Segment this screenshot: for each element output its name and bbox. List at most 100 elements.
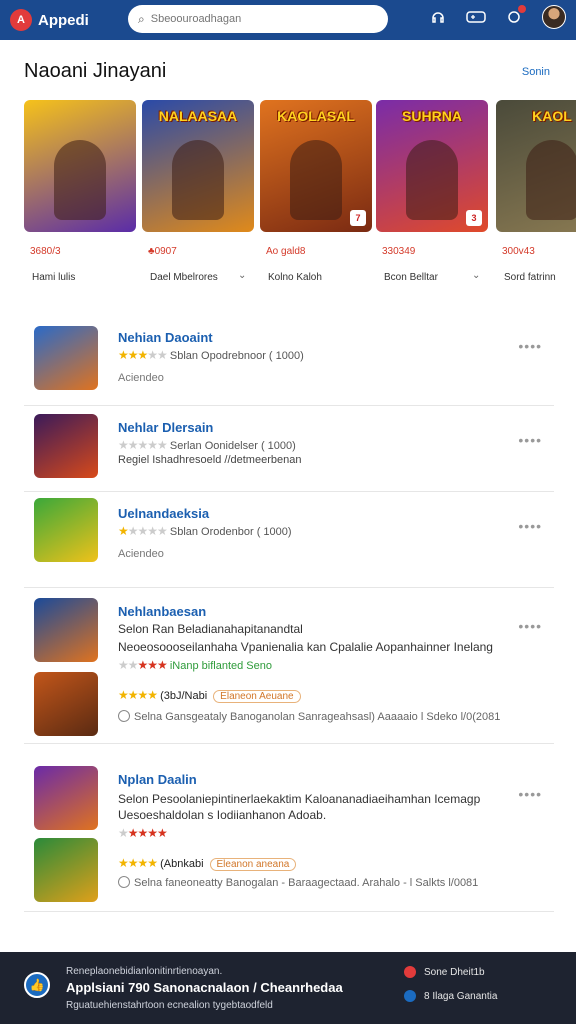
see-all-link[interactable]: Sonin xyxy=(522,66,550,78)
card-price: 330349 xyxy=(382,246,416,257)
footer-tagline: Reneplaonebidianlonitinrtienoayan. xyxy=(66,966,223,977)
game-art: SUHRNA 3 xyxy=(376,100,488,232)
more-options-icon[interactable]: •••• xyxy=(518,338,542,354)
item-rating: ★★★★ (3bJ/Nabi Elaneon Aeuane xyxy=(118,688,301,703)
comment-icon xyxy=(118,710,130,722)
avatar[interactable] xyxy=(542,5,566,29)
rating-stars: ★★★★ xyxy=(118,856,158,870)
item-description: Uesoeshaldolan s Iodiianhanon Adoab. xyxy=(118,808,327,822)
footer-link[interactable]: 8 Ilaga Ganantia xyxy=(404,990,497,1002)
card-subtitle: Hami lulis xyxy=(32,272,76,283)
rating-stars: ★★★★★ xyxy=(118,438,168,452)
item-title[interactable]: Nehlanbaesan xyxy=(118,604,206,619)
chevron-down-icon[interactable]: ⌄ xyxy=(238,270,246,281)
item-stats: Selna faneoneatty Banogalan - Baraagecta… xyxy=(118,876,478,889)
chevron-down-icon[interactable]: ⌄ xyxy=(472,270,480,281)
rating-stars: ★★★★★ xyxy=(118,826,168,840)
app-logo[interactable]: A Appedi xyxy=(10,9,128,31)
app-name: Appedi xyxy=(38,11,89,29)
headset-icon[interactable] xyxy=(428,7,448,27)
card-price: Ao gald8 xyxy=(266,246,306,257)
art-title: KAOLASAL xyxy=(277,108,355,124)
item-title[interactable]: Nehian Daoaint xyxy=(118,330,213,345)
item-ranking: ★★★★★ iNanp biflanted Seno xyxy=(118,658,272,672)
app-store-icon xyxy=(404,990,416,1002)
game-art: NALAASAA xyxy=(142,100,254,232)
game-card[interactable]: KAOL 300v43 Sord fatrinn xyxy=(496,100,576,283)
list-item[interactable]: Nehlanbaesan Selon Ran Beladianahapitana… xyxy=(24,588,554,744)
item-rating: ★★★★ (Abnkabi Eleanon aneana xyxy=(118,856,297,871)
controller-icon[interactable] xyxy=(466,7,486,27)
top-icons xyxy=(428,5,566,29)
more-options-icon[interactable]: •••• xyxy=(518,786,542,802)
game-thumbnail xyxy=(34,498,98,562)
game-card[interactable]: 3680/3 Hami lulis xyxy=(24,100,136,283)
youtube-icon xyxy=(404,966,416,978)
age-badge-icon: 3 xyxy=(466,210,482,226)
status-badge: Eleanon aneana xyxy=(209,858,297,871)
item-meta: ★★★★★ Sblan Orodenbor ( 1000) xyxy=(118,524,292,538)
item-note: Aciendeo xyxy=(118,372,164,384)
search-input[interactable] xyxy=(150,13,371,25)
item-title[interactable]: Uelnandaeksia xyxy=(118,506,209,521)
list-item[interactable]: Nehlar Dlersain ★★★★★ Serlan Oonidelser … xyxy=(24,406,554,492)
game-art: KAOL xyxy=(496,100,576,232)
notification-icon[interactable] xyxy=(504,5,526,27)
game-card[interactable]: SUHRNA 3 330349 Bcon Belltar ⌄ xyxy=(376,100,488,283)
age-badge-icon: 7 xyxy=(350,210,366,226)
game-card[interactable]: NALAASAA ♣0907 Dael Mbelrores ⌄ xyxy=(142,100,254,283)
item-note: Regiel Ishadhresoeld //detmeerbenan xyxy=(118,454,302,466)
item-title[interactable]: Nehlar Dlersain xyxy=(118,420,213,435)
more-options-icon[interactable]: •••• xyxy=(518,432,542,448)
item-meta: ★★★★★ Serlan Oonidelser ( 1000) xyxy=(118,438,296,452)
section-title: Naoani Jinayani xyxy=(24,60,167,82)
logo-icon: A xyxy=(10,9,32,31)
list-item[interactable]: Nplan Daalin Selon Pesoolaniepintinerlae… xyxy=(24,756,554,912)
item-note: Aciendeo xyxy=(118,548,164,560)
status-badge: Elaneon Aeuane xyxy=(213,690,301,703)
card-subtitle: Bcon Belltar xyxy=(384,272,438,283)
game-thumbnail xyxy=(34,766,98,830)
card-subtitle: Sord fatrinn xyxy=(504,272,556,283)
item-meta: ★★★★★ Sblan Opodrebnoor ( 1000) xyxy=(118,348,304,362)
game-thumbnail xyxy=(34,838,98,902)
comment-icon xyxy=(118,876,130,888)
rating-stars: ★★★★ xyxy=(118,688,158,702)
footer-company: Applsiani 790 Sanonacnalaon / Cheanrheda… xyxy=(66,980,343,995)
list-item[interactable]: Nehian Daoaint ★★★★★ Sblan Opodrebnoor (… xyxy=(24,316,554,406)
featured-carousel: 3680/3 Hami lulis NALAASAA ♣0907 Dael Mb… xyxy=(24,100,576,300)
art-title: NALAASAA xyxy=(158,108,238,124)
rating-stars: ★★★★★ xyxy=(118,348,168,362)
game-thumbnail xyxy=(34,598,98,662)
footer: 👍 Reneplaonebidianlonitinrtienoayan. App… xyxy=(0,952,576,1024)
item-description: Selon Ran Beladianahapitanandtal xyxy=(118,622,303,636)
card-subtitle: Dael Mbelrores xyxy=(150,272,218,283)
footer-copyright: Rguatuehienstahrtoon ecnealion tygebtaod… xyxy=(66,1000,273,1011)
card-subtitle: Kolno Kaloh xyxy=(268,272,322,283)
item-ranking: ★★★★★ xyxy=(118,826,168,840)
art-title: SUHRNA xyxy=(402,108,462,124)
game-thumbnail xyxy=(34,672,98,736)
item-title[interactable]: Nplan Daalin xyxy=(118,772,197,787)
game-art xyxy=(24,100,136,232)
footer-link[interactable]: Sone Dheit1b xyxy=(404,966,485,978)
top-bar: A Appedi ⌕ xyxy=(0,0,576,40)
thumbs-up-icon[interactable]: 👍 xyxy=(24,972,50,998)
more-options-icon[interactable]: •••• xyxy=(518,618,542,634)
list-item[interactable]: Uelnandaeksia ★★★★★ Sblan Orodenbor ( 10… xyxy=(24,492,554,588)
game-card[interactable]: KAOLASAL 7 Ao gald8 Kolno Kaloh xyxy=(260,100,372,283)
notification-badge xyxy=(518,5,526,13)
card-price: ♣0907 xyxy=(148,246,177,257)
art-title: KAOL xyxy=(532,108,572,124)
card-price: 300v43 xyxy=(502,246,535,257)
rating-stars: ★★★★★ xyxy=(118,524,168,538)
search-box[interactable]: ⌕ xyxy=(128,5,388,33)
item-description: Neoeosoooseilanhaha Vpanienalia kan Cpal… xyxy=(118,640,493,654)
card-price: 3680/3 xyxy=(30,246,61,257)
game-thumbnail xyxy=(34,326,98,390)
game-thumbnail xyxy=(34,414,98,478)
rating-stars: ★★★★★ xyxy=(118,658,168,672)
game-art: KAOLASAL 7 xyxy=(260,100,372,232)
more-options-icon[interactable]: •••• xyxy=(518,518,542,534)
item-description: Selon Pesoolaniepintinerlaekaktim Kaloan… xyxy=(118,792,481,806)
